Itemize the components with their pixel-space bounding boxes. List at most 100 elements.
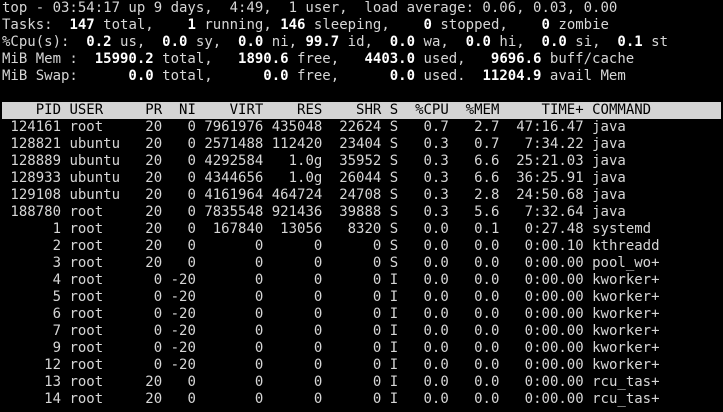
process-user-cell: root <box>61 204 137 220</box>
process-row[interactable]: 129108 ubuntu 20 0 4161964 464724 24708 … <box>2 187 723 204</box>
cpu-label: %Cpu(s): <box>2 34 70 50</box>
cpu-us: 0.2 <box>69 34 112 50</box>
process-row[interactable]: 4 root 0 -20 0 0 0 I 0.0 0.0 0:00.00 kwo… <box>2 272 723 289</box>
tasks-stopped-label: stopped, <box>431 17 508 33</box>
process-res-cell: 0 <box>263 272 323 288</box>
process-row[interactable]: 5 root 0 -20 0 0 0 I 0.0 0.0 0:00.00 kwo… <box>2 289 723 306</box>
tasks-zombie: 0 <box>516 17 550 33</box>
swap-label: MiB Swap: <box>2 68 78 84</box>
column-header-shr: SHR <box>322 102 382 118</box>
process-cmd-cell: rcu_tas+ <box>583 391 660 407</box>
process-shr-cell: 0 <box>322 357 382 373</box>
process-cmd-cell: kworker+ <box>583 272 660 288</box>
process-res-cell: 0 <box>263 306 323 322</box>
cpu-ni-label: ni, <box>263 34 298 50</box>
mem-buff-label: buff/cache <box>541 51 635 67</box>
process-mem-cell: 6.6 <box>448 153 500 169</box>
process-row[interactable]: 124161 root 20 0 7961976 435048 22624 S … <box>2 119 723 136</box>
process-mem-cell: 2.8 <box>448 187 500 203</box>
process-row[interactable]: 7 root 0 -20 0 0 0 I 0.0 0.0 0:00.00 kwo… <box>2 323 723 340</box>
process-virt-cell: 0 <box>195 340 264 356</box>
process-shr-cell: 0 <box>322 340 382 356</box>
process-row[interactable]: 1 root 20 0 167840 13056 8320 S 0.0 0.1 … <box>2 221 723 238</box>
mem-used-label: used, <box>415 51 466 67</box>
process-row[interactable]: 188780 root 20 0 7835548 921436 39888 S … <box>2 204 723 221</box>
process-user-cell: root <box>61 119 137 135</box>
process-cpu-cell: 0.3 <box>398 187 449 203</box>
process-time-cell: 0:00.00 <box>499 306 584 322</box>
process-s-cell: S <box>381 221 399 237</box>
process-virt-cell: 7961976 <box>195 119 264 135</box>
process-cpu-cell: 0.3 <box>398 153 449 169</box>
process-ni-cell: 0 <box>162 187 196 203</box>
process-ni-cell: -20 <box>162 289 196 305</box>
process-mem-cell: 0.0 <box>448 238 500 254</box>
process-pid-cell: 124161 <box>2 119 62 135</box>
process-list[interactable]: 124161 root 20 0 7961976 435048 22624 S … <box>2 119 723 408</box>
column-header--mem: %MEM <box>448 102 500 118</box>
process-row[interactable]: 13 root 20 0 0 0 0 I 0.0 0.0 0:00.00 rcu… <box>2 374 723 391</box>
cpu-st: 0.1 <box>600 34 643 50</box>
terminal-window[interactable]: top - 03:54:17 up 9 days, 4:49, 1 user, … <box>2 0 723 412</box>
process-time-cell: 0:00.00 <box>499 255 584 271</box>
process-pid-cell: 14 <box>2 391 62 407</box>
process-row[interactable]: 6 root 0 -20 0 0 0 I 0.0 0.0 0:00.00 kwo… <box>2 306 723 323</box>
process-row[interactable]: 128933 ubuntu 20 0 4344656 1.0g 26044 S … <box>2 170 723 187</box>
process-user-cell: ubuntu <box>61 153 137 169</box>
cpu-si-label: si, <box>566 34 601 50</box>
process-shr-cell: 0 <box>322 255 382 271</box>
process-user-cell: ubuntu <box>61 187 137 203</box>
process-mem-cell: 6.6 <box>448 170 500 186</box>
process-pid-cell: 5 <box>2 289 62 305</box>
process-time-cell: 0:00.00 <box>499 374 584 390</box>
process-row[interactable]: 2 root 20 0 0 0 0 S 0.0 0.0 0:00.10 kthr… <box>2 238 723 255</box>
process-mem-cell: 0.0 <box>448 306 500 322</box>
process-s-cell: S <box>381 153 399 169</box>
process-shr-cell: 35952 <box>322 153 382 169</box>
process-pid-cell: 6 <box>2 306 62 322</box>
process-user-cell: root <box>61 289 137 305</box>
process-cmd-cell: pool_wo+ <box>583 255 660 271</box>
process-shr-cell: 8320 <box>322 221 382 237</box>
process-cpu-cell: 0.0 <box>398 221 449 237</box>
process-mem-cell: 0.0 <box>448 391 500 407</box>
uptime-text: top - 03:54:17 up 9 days, 4:49, 1 user, … <box>2 0 618 16</box>
process-pr-cell: 20 <box>136 374 163 390</box>
process-cmd-cell: java <box>583 119 660 135</box>
process-time-cell: 0:27.48 <box>499 221 584 237</box>
process-cmd-cell: kworker+ <box>583 357 660 373</box>
uptime-line: top - 03:54:17 up 9 days, 4:49, 1 user, … <box>2 0 723 17</box>
process-res-cell: 112420 <box>263 136 323 152</box>
process-mem-cell: 0.0 <box>448 255 500 271</box>
process-user-cell: root <box>61 323 137 339</box>
process-cpu-cell: 0.0 <box>398 289 449 305</box>
process-pr-cell: 20 <box>136 255 163 271</box>
process-pr-cell: 20 <box>136 187 163 203</box>
cpu-sy-label: sy, <box>187 34 222 50</box>
process-row[interactable]: 128821 ubuntu 20 0 2571488 112420 23404 … <box>2 136 723 153</box>
column-header-res: RES <box>263 102 323 118</box>
swap-total-label: total, <box>153 68 213 84</box>
process-virt-cell: 167840 <box>195 221 264 237</box>
process-time-cell: 0:00.00 <box>499 272 584 288</box>
process-row[interactable]: 9 root 0 -20 0 0 0 I 0.0 0.0 0:00.00 kwo… <box>2 340 723 357</box>
mem-label: MiB Mem : <box>2 51 78 67</box>
process-shr-cell: 22624 <box>322 119 382 135</box>
process-time-cell: 0:00.00 <box>499 391 584 407</box>
process-pr-cell: 0 <box>136 323 163 339</box>
process-cpu-cell: 0.0 <box>398 306 449 322</box>
process-res-cell: 13056 <box>263 221 323 237</box>
process-row[interactable]: 12 root 0 -20 0 0 0 I 0.0 0.0 0:00.00 kw… <box>2 357 723 374</box>
column-header-s: S <box>381 102 399 118</box>
process-user-cell: root <box>61 221 137 237</box>
process-cpu-cell: 0.0 <box>398 272 449 288</box>
process-row[interactable]: 3 root 20 0 0 0 0 S 0.0 0.0 0:00.00 pool… <box>2 255 723 272</box>
process-row[interactable]: 128889 ubuntu 20 0 4292584 1.0g 35952 S … <box>2 153 723 170</box>
cpu-sy: 0.0 <box>145 34 188 50</box>
cpu-st-label: st <box>642 34 669 50</box>
process-mem-cell: 0.0 <box>448 289 500 305</box>
process-row[interactable]: 14 root 20 0 0 0 0 I 0.0 0.0 0:00.00 rcu… <box>2 391 723 408</box>
tasks-running: 1 <box>162 17 196 33</box>
process-ni-cell: 0 <box>162 119 196 135</box>
process-virt-cell: 0 <box>195 306 264 322</box>
